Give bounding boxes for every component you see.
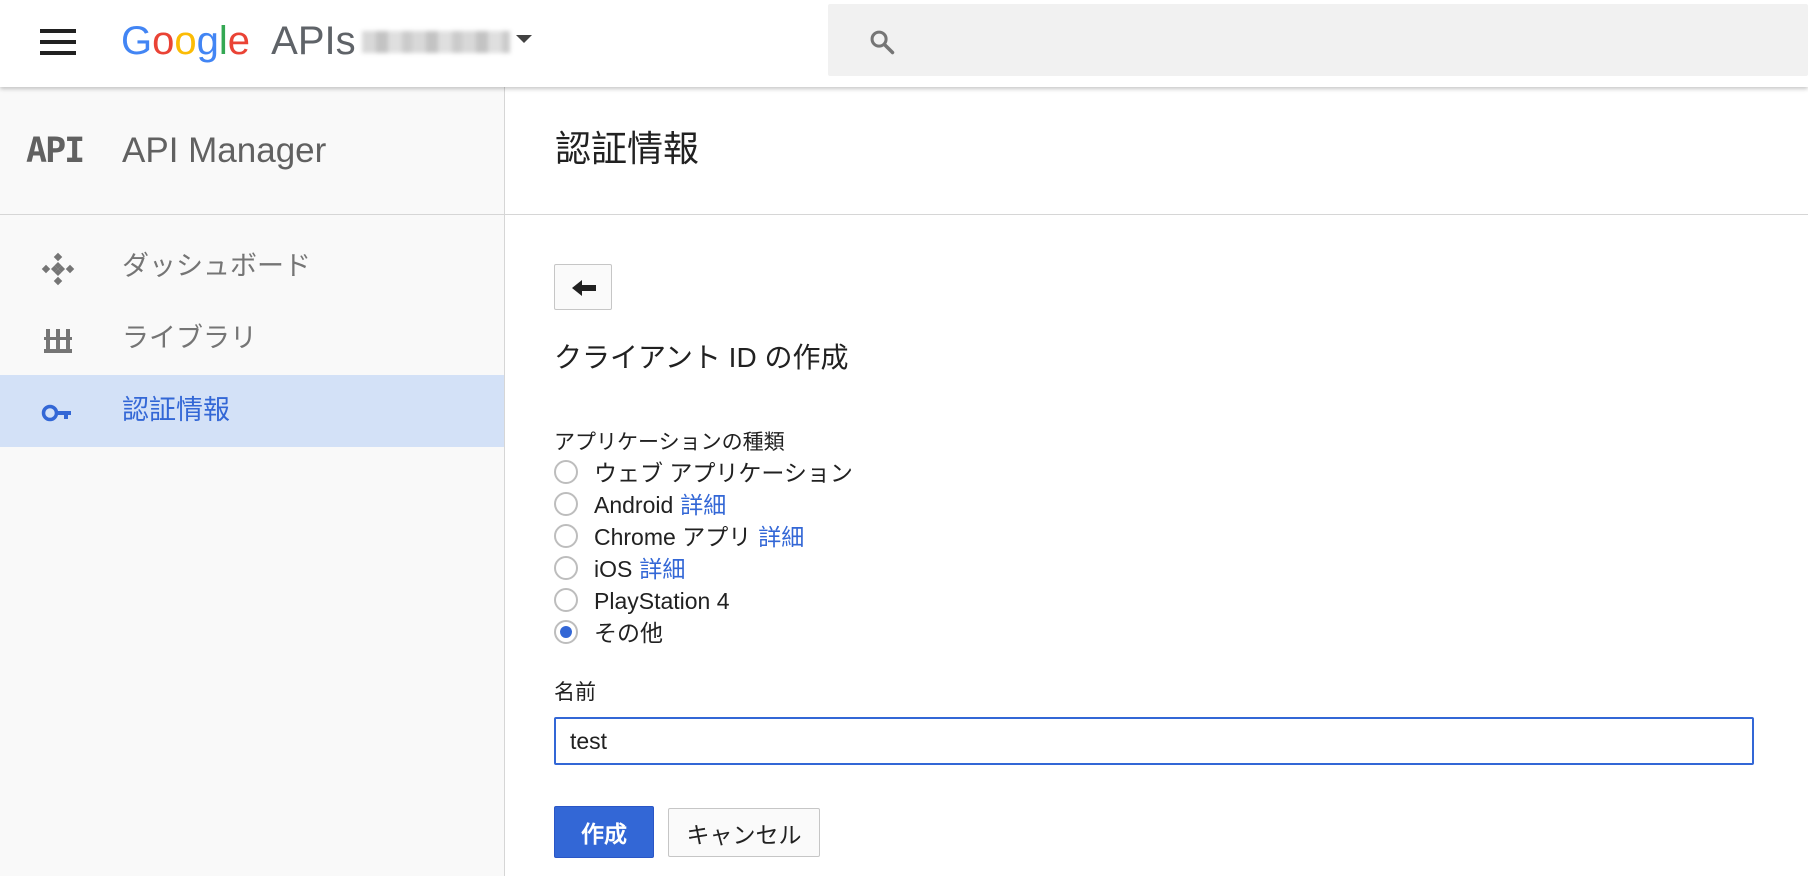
google-wordmark: Google <box>121 19 251 63</box>
search-bar[interactable] <box>828 4 1808 76</box>
section-title: クライアント ID の作成 <box>554 342 849 373</box>
radio-playstation-4[interactable]: PlayStation 4 <box>554 586 1154 616</box>
hamburger-menu-icon[interactable] <box>38 26 78 58</box>
chevron-down-icon <box>516 35 532 43</box>
library-icon <box>44 329 72 353</box>
name-field[interactable] <box>554 717 1754 765</box>
radio-other[interactable]: その他 <box>554 618 1154 648</box>
sidebar-item-library[interactable]: ライブラリ <box>0 303 504 375</box>
radio-button[interactable] <box>554 492 578 516</box>
sidebar-header: API API Manager <box>0 87 504 215</box>
search-icon <box>870 30 895 55</box>
page-title: 認証情報 <box>555 128 700 169</box>
back-button[interactable] <box>554 264 612 310</box>
radio-button[interactable] <box>554 588 578 612</box>
dashboard-icon <box>41 252 75 286</box>
cancel-button[interactable]: キャンセル <box>668 808 820 857</box>
radio-button-selected[interactable] <box>554 620 578 644</box>
radio-label: Android <box>594 492 674 518</box>
radio-label: iOS <box>594 556 633 582</box>
sidebar-item-label: ダッシュボード <box>122 251 311 281</box>
name-label: 名前 <box>554 681 596 704</box>
details-link[interactable]: 詳細 <box>680 492 726 518</box>
radio-label: ウェブ アプリケーション <box>594 460 853 486</box>
radio-button[interactable] <box>554 556 578 580</box>
back-arrow-icon <box>572 280 596 296</box>
sidebar-item-dashboard[interactable]: ダッシュボード <box>0 231 504 303</box>
radio-button[interactable] <box>554 524 578 548</box>
radio-button[interactable] <box>554 460 578 484</box>
radio-label: Chrome アプリ <box>594 524 752 550</box>
sidebar-item-credentials[interactable]: 認証情報 <box>0 375 504 447</box>
radio-chrome-app[interactable]: Chrome アプリ 詳細 <box>554 522 1154 552</box>
radio-ios[interactable]: iOS 詳細 <box>554 554 1154 584</box>
google-apis-logo[interactable]: Google APIs <box>121 17 356 65</box>
page-header: 認証情報 <box>505 87 1808 215</box>
sidebar-item-label: 認証情報 <box>122 395 230 425</box>
radio-android[interactable]: Android 詳細 <box>554 490 1154 520</box>
sidebar-item-label: ライブラリ <box>122 323 257 353</box>
details-link[interactable]: 詳細 <box>639 556 685 582</box>
api-logo-icon: API <box>26 131 85 171</box>
sidebar-title: API Manager <box>122 131 327 170</box>
top-app-bar: Google APIs <box>0 0 1808 87</box>
radio-web-application[interactable]: ウェブ アプリケーション <box>554 458 1154 488</box>
project-name-redacted <box>362 31 510 53</box>
application-type-label: アプリケーションの種類 <box>554 431 785 454</box>
create-button[interactable]: 作成 <box>554 806 654 858</box>
sidebar: API API Manager ダッシュボード ライブラリ 認証情報 <box>0 87 505 876</box>
radio-label: PlayStation 4 <box>594 588 730 614</box>
radio-label: その他 <box>594 620 663 646</box>
details-link[interactable]: 詳細 <box>758 524 804 550</box>
product-name: APIs <box>271 19 356 63</box>
project-selector[interactable] <box>356 26 536 58</box>
key-icon <box>41 404 71 422</box>
